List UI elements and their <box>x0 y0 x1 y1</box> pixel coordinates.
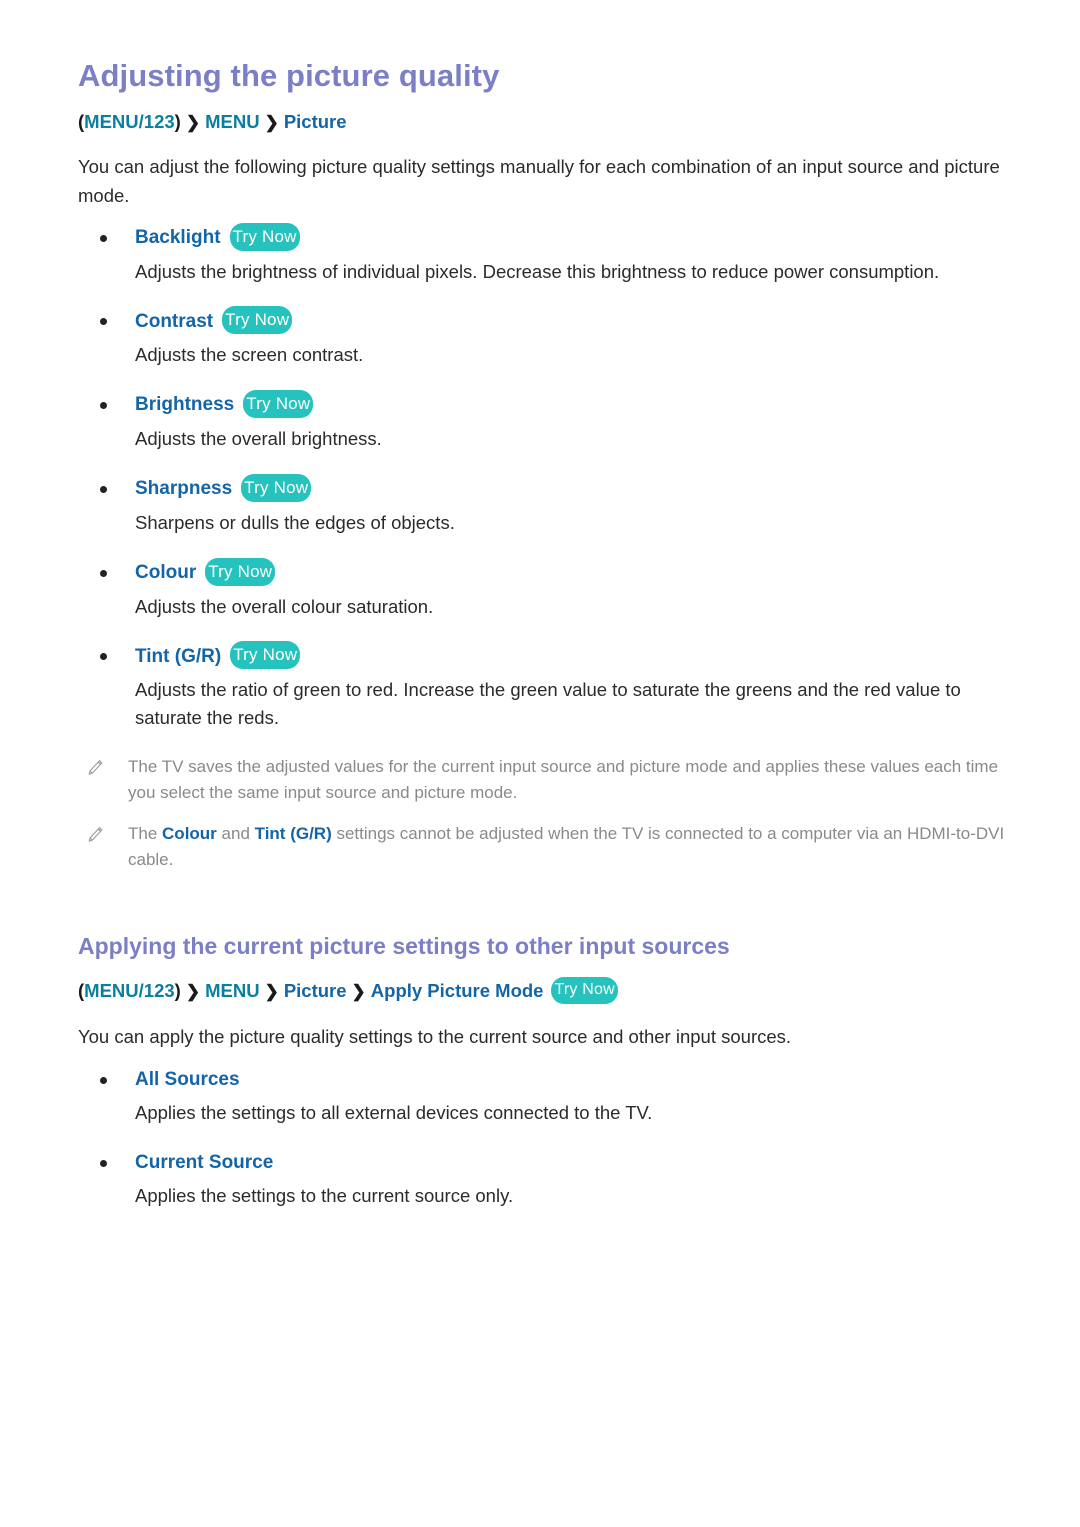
setting-label-backlight: Backlight Try Now <box>135 222 300 252</box>
bullet-dot-icon <box>100 653 107 661</box>
breadcrumb-close-paren: ) <box>174 979 181 1001</box>
bullet-dot-icon <box>100 402 107 410</box>
list-item-backlight: Backlight Try Now <box>78 222 1005 252</box>
bullet-dot-icon <box>100 318 107 326</box>
setting-label-sharpness: Sharpness Try Now <box>135 473 312 503</box>
setting-name: Tint (G/R) <box>135 645 222 667</box>
breadcrumb-item-apply-picture-mode[interactable]: Apply Picture Mode <box>371 980 544 1001</box>
pencil-icon <box>86 826 104 844</box>
chevron-right-icon: ❯ <box>185 981 201 1001</box>
section-title-apply-settings: Applying the current picture settings to… <box>78 933 730 960</box>
list-item-contrast: Contrast Try Now <box>78 306 1005 335</box>
bullet-dot-icon <box>100 1076 107 1084</box>
list-item-colour: Colour Try Now <box>78 557 1005 587</box>
setting-name: Contrast <box>135 310 214 332</box>
setting-label-colour: Colour Try Now <box>135 557 276 587</box>
chevron-right-icon: ❯ <box>185 112 201 132</box>
breadcrumb-item-menu123[interactable]: MENU/123 <box>84 980 174 1001</box>
breadcrumb-item-menu[interactable]: MENU <box>205 980 259 1001</box>
try-now-badge[interactable]: Try Now <box>551 977 618 1005</box>
note-item: The Colour and Tint (G/R) settings canno… <box>78 821 1005 874</box>
chevron-right-icon: ❯ <box>264 112 279 132</box>
list-item-brightness: Brightness Try Now <box>78 390 1005 419</box>
note-highlight-tint: Tint (G/R) <box>254 823 332 843</box>
note-text-rich: The Colour and Tint (G/R) settings canno… <box>128 821 1005 874</box>
breadcrumb-item-menu[interactable]: MENU <box>205 111 259 132</box>
breadcrumb-close-paren: ) <box>174 110 181 132</box>
option-name: All Sources <box>135 1068 240 1090</box>
bullet-dot-icon <box>100 569 107 577</box>
note-item: The TV saves the adjusted values for the… <box>78 754 1005 807</box>
option-description-all-sources: Applies the settings to all external dev… <box>135 1102 653 1124</box>
bullet-dot-icon <box>100 234 107 242</box>
breadcrumb-item-picture[interactable]: Picture <box>284 980 347 1001</box>
try-now-badge[interactable]: Try Now <box>222 306 293 335</box>
option-name: Current Source <box>135 1151 274 1173</box>
setting-name: Backlight <box>135 226 221 248</box>
list-item-tint: Tint (G/R) Try Now <box>78 641 1005 670</box>
setting-label-tint: Tint (G/R) Try Now <box>135 641 301 670</box>
breadcrumb-item-picture[interactable]: Picture <box>284 111 347 132</box>
intro-paragraph: You can adjust the following picture qua… <box>78 156 1000 206</box>
breadcrumb-item-menu123[interactable]: MENU/123 <box>84 111 174 132</box>
bullet-dot-icon <box>100 485 107 493</box>
try-now-badge[interactable]: Try Now <box>230 641 301 670</box>
setting-label-brightness: Brightness Try Now <box>135 390 314 419</box>
setting-description-sharpness: Sharpens or dulls the edges of objects. <box>135 511 455 533</box>
try-now-badge[interactable]: Try Now <box>241 473 312 502</box>
option-label-all-sources: All Sources <box>135 1066 240 1094</box>
page-title: Adjusting the picture quality <box>78 58 500 93</box>
setting-name: Brightness <box>135 394 235 416</box>
list-item-all-sources: All Sources <box>78 1066 1005 1094</box>
note-highlight-colour: Colour <box>162 823 217 843</box>
note-prefix: The <box>128 823 163 843</box>
option-label-current-source: Current Source <box>135 1149 273 1177</box>
setting-description-brightness: Adjusts the overall brightness. <box>135 428 382 450</box>
chevron-right-icon: ❯ <box>351 981 366 1001</box>
try-now-badge[interactable]: Try Now <box>243 390 314 419</box>
setting-name: Sharpness <box>135 478 233 500</box>
setting-description-colour: Adjusts the overall colour saturation. <box>135 595 434 617</box>
try-now-badge[interactable]: Try Now <box>205 557 276 586</box>
document-page: Adjusting the picture quality (MENU/123)… <box>0 0 1080 1527</box>
breadcrumb-primary: (MENU/123) ❯ MENU ❯ Picture <box>78 108 1005 136</box>
setting-description-tint: Adjusts the ratio of green to red. Incre… <box>135 679 961 729</box>
note-text: The TV saves the adjusted values for the… <box>128 756 999 803</box>
note-middle: and <box>216 823 255 843</box>
setting-description-backlight: Adjusts the brightness of individual pix… <box>135 260 940 282</box>
setting-description-contrast: Adjusts the screen contrast. <box>135 344 364 366</box>
option-description-current-source: Applies the settings to the current sour… <box>135 1185 514 1207</box>
list-item-current-source: Current Source <box>78 1149 1005 1177</box>
chevron-right-icon: ❯ <box>264 981 279 1001</box>
try-now-badge[interactable]: Try Now <box>229 222 300 251</box>
section-intro-paragraph: You can apply the picture quality settin… <box>78 1026 792 1048</box>
breadcrumb-secondary: (MENU/123) ❯ MENU ❯ Picture ❯ Apply Picture Mo… <box>78 977 1005 1006</box>
bullet-dot-icon <box>100 1159 107 1167</box>
list-item-sharpness: Sharpness Try Now <box>78 473 1005 503</box>
setting-label-contrast: Contrast Try Now <box>135 306 293 335</box>
pencil-icon <box>86 759 104 777</box>
setting-name: Colour <box>135 561 197 583</box>
